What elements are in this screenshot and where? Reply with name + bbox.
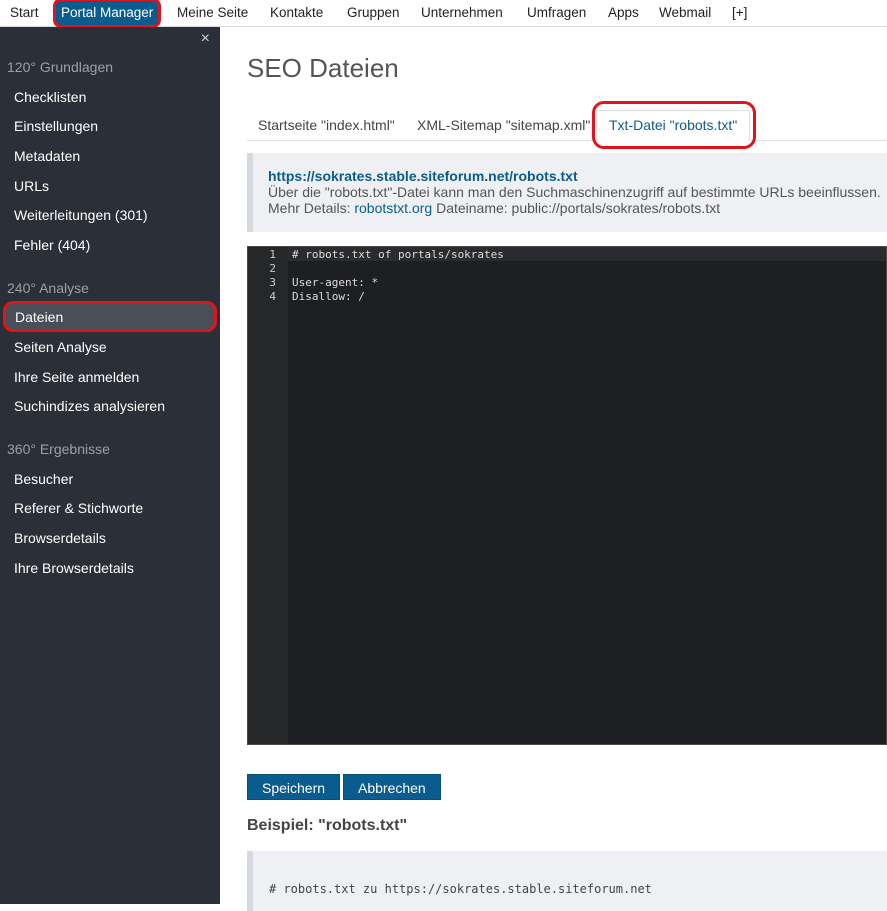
- tab-sitemap[interactable]: XML-Sitemap "sitemap.xml": [417, 117, 590, 133]
- sidebar-item-seiten-analyse[interactable]: Seiten Analyse: [14, 339, 107, 355]
- details-prefix: Mehr Details:: [268, 200, 351, 216]
- code-line: # robots.txt of portals/sokrates: [292, 248, 504, 261]
- sidebar-item-besucher[interactable]: Besucher: [14, 471, 73, 487]
- robots-url[interactable]: https://sokrates.stable.siteforum.net/ro…: [268, 168, 887, 184]
- sidebar-item-label: Dateien: [15, 309, 64, 325]
- nav-meine-seite[interactable]: Meine Seite: [177, 0, 248, 26]
- code-line: User-agent: *: [292, 276, 379, 289]
- line-gutter: 1 2 3 4: [248, 247, 288, 744]
- nav-webmail[interactable]: Webmail: [659, 0, 711, 26]
- line-number: 1: [269, 248, 276, 261]
- save-button[interactable]: Speichern: [247, 774, 341, 800]
- nav-unternehmen[interactable]: Unternehmen: [421, 0, 503, 26]
- sidebar-item-suchindizes[interactable]: Suchindizes analysieren: [14, 398, 165, 414]
- main-content: SEO Dateien Startseite "index.html" XML-…: [220, 27, 887, 911]
- sidebar-item-weiterleitungen[interactable]: Weiterleitungen (301): [14, 207, 148, 223]
- robotstxt-link[interactable]: robotstxt.org: [354, 200, 432, 216]
- sidebar-item-checklisten[interactable]: Checklisten: [14, 89, 86, 105]
- nav-umfragen[interactable]: Umfragen: [527, 0, 586, 26]
- sidebar-item-urls[interactable]: URLs: [14, 178, 49, 194]
- info-description: Über die "robots.txt"-Datei kann man den…: [268, 184, 881, 200]
- sidebar-item-dateien[interactable]: Dateien: [3, 301, 217, 332]
- nav-kontakte[interactable]: Kontakte: [270, 0, 323, 26]
- sidebar-heading-analyse: 240° Analyse: [7, 280, 89, 296]
- cancel-button[interactable]: Abbrechen: [343, 774, 441, 800]
- code-line: Disallow: /: [292, 290, 365, 303]
- line-number: 3: [269, 276, 276, 289]
- close-icon[interactable]: ×: [201, 30, 210, 48]
- example-code-line: # robots.txt zu https://sokrates.stable.…: [269, 882, 652, 896]
- sidebar-item-referer[interactable]: Referer & Stichworte: [14, 500, 143, 516]
- tab-highlight-marker: [592, 101, 756, 149]
- sidebar-heading-grundlagen: 120° Grundlagen: [7, 59, 114, 75]
- nav-gruppen[interactable]: Gruppen: [347, 0, 400, 26]
- sidebar: × 120° Grundlagen Checklisten Einstellun…: [0, 27, 220, 904]
- sidebar-heading-ergebnisse: 360° Ergebnisse: [7, 441, 110, 457]
- nav-apps[interactable]: Apps: [608, 0, 639, 26]
- nav-portal-manager[interactable]: Portal Manager: [52, 0, 162, 28]
- code-editor[interactable]: 1 2 3 4 # robots.txt of portals/sokrates…: [247, 246, 887, 745]
- nav-add-button[interactable]: [+]: [732, 0, 747, 26]
- tab-bar: Startseite "index.html" XML-Sitemap "sit…: [247, 101, 887, 149]
- line-number: 2: [269, 262, 276, 275]
- sidebar-item-einstellungen[interactable]: Einstellungen: [14, 118, 98, 134]
- example-box: # robots.txt zu https://sokrates.stable.…: [247, 851, 887, 911]
- sidebar-item-seite-anmelden[interactable]: Ihre Seite anmelden: [14, 369, 139, 385]
- line-number: 4: [269, 290, 276, 303]
- page-title: SEO Dateien: [247, 53, 399, 83]
- sidebar-item-ihre-browserdetails[interactable]: Ihre Browserdetails: [14, 560, 134, 576]
- sidebar-item-fehler[interactable]: Fehler (404): [14, 237, 90, 253]
- example-title: Beispiel: "robots.txt": [247, 817, 408, 834]
- sidebar-item-browserdetails[interactable]: Browserdetails: [14, 530, 106, 546]
- tab-startseite[interactable]: Startseite "index.html": [258, 117, 395, 133]
- nav-start[interactable]: Start: [10, 0, 39, 26]
- sidebar-item-metadaten[interactable]: Metadaten: [14, 148, 80, 164]
- top-navigation: Start Portal Manager Meine Seite Kontakt…: [0, 0, 887, 28]
- filename-text: Dateiname: public://portals/sokrates/rob…: [436, 200, 721, 216]
- info-box: https://sokrates.stable.siteforum.net/ro…: [247, 153, 887, 232]
